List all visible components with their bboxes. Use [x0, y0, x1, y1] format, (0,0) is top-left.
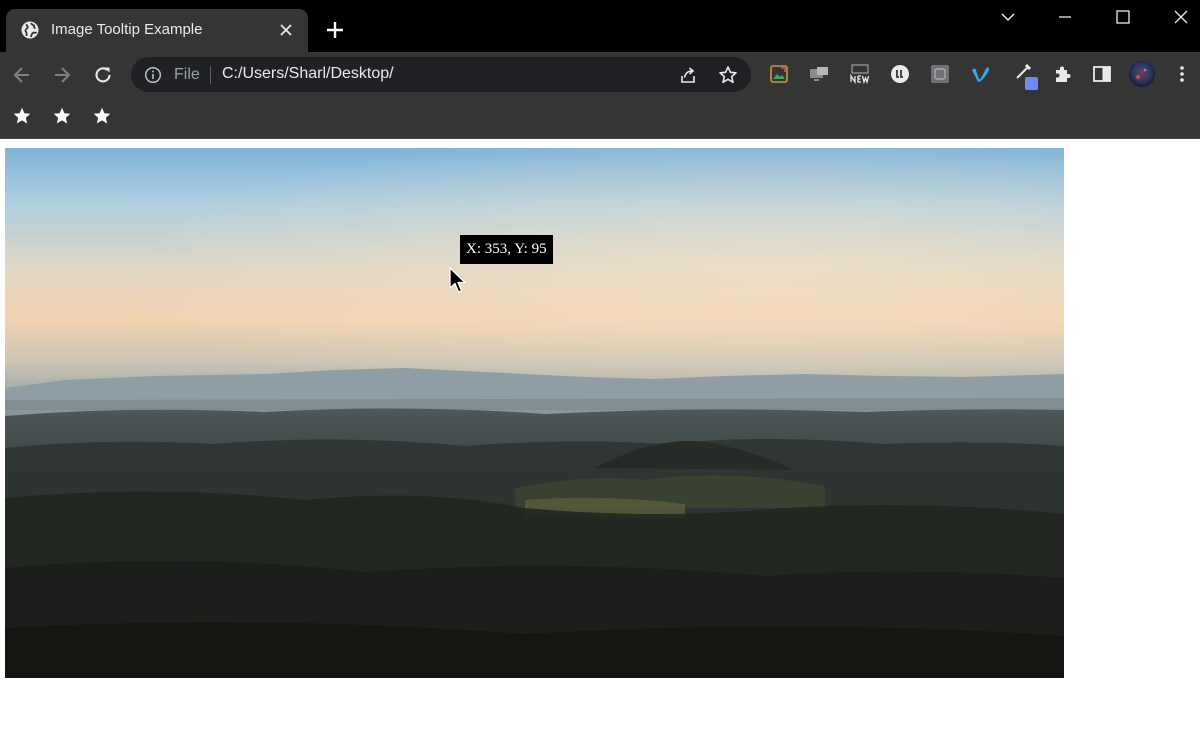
address-bar[interactable]: File C:/Users/Sharl/Desktop/	[131, 57, 751, 92]
bookmarks-bar	[0, 98, 1200, 139]
square-extension-icon[interactable]	[930, 64, 950, 84]
url-text[interactable]: C:/Users/Sharl/Desktop/	[222, 65, 394, 83]
mouse-cursor-icon	[449, 267, 466, 293]
browser-toolbar: File C:/Users/Sharl/Desktop/	[0, 52, 1200, 98]
new-badge-icon[interactable]	[849, 64, 871, 84]
landscape-photo	[5, 148, 1064, 678]
side-panel-icon[interactable]	[1092, 64, 1112, 84]
eyedropper-icon[interactable]	[1013, 62, 1041, 90]
kebab-menu-icon[interactable]	[1172, 64, 1192, 84]
scheme-label: File	[174, 66, 200, 83]
info-icon[interactable]	[144, 66, 162, 84]
vimeo-icon[interactable]	[970, 64, 992, 84]
omnibox-divider	[210, 66, 211, 84]
close-window-icon[interactable]	[1172, 8, 1190, 26]
minimize-icon[interactable]	[1056, 8, 1074, 26]
star-icon[interactable]	[52, 106, 72, 126]
tab-search-icon[interactable]	[999, 8, 1017, 26]
tab-strip: Image Tooltip Example	[0, 0, 1200, 52]
landscape-image[interactable]	[5, 148, 1064, 678]
coordinate-tooltip: X: 353, Y: 95	[460, 235, 553, 264]
close-tab-icon[interactable]	[277, 21, 295, 39]
maximize-icon[interactable]	[1114, 8, 1132, 26]
puzzle-icon[interactable]	[1052, 64, 1072, 84]
photo-editor-icon[interactable]	[769, 64, 789, 84]
forward-icon[interactable]	[51, 64, 73, 86]
ll-circle-icon[interactable]	[890, 64, 910, 84]
profile-avatar-icon[interactable]	[1129, 61, 1155, 87]
back-icon[interactable]	[11, 64, 33, 86]
new-tab-icon[interactable]	[324, 19, 346, 41]
active-tab[interactable]: Image Tooltip Example	[6, 9, 308, 52]
share-icon[interactable]	[678, 65, 698, 85]
globe-icon	[21, 21, 39, 39]
screen-share-icon[interactable]	[809, 64, 829, 84]
bookmark-star-icon[interactable]	[718, 65, 738, 85]
star-icon[interactable]	[12, 106, 32, 126]
tab-title: Image Tooltip Example	[51, 21, 203, 38]
star-icon[interactable]	[92, 106, 112, 126]
reload-icon[interactable]	[92, 64, 114, 86]
